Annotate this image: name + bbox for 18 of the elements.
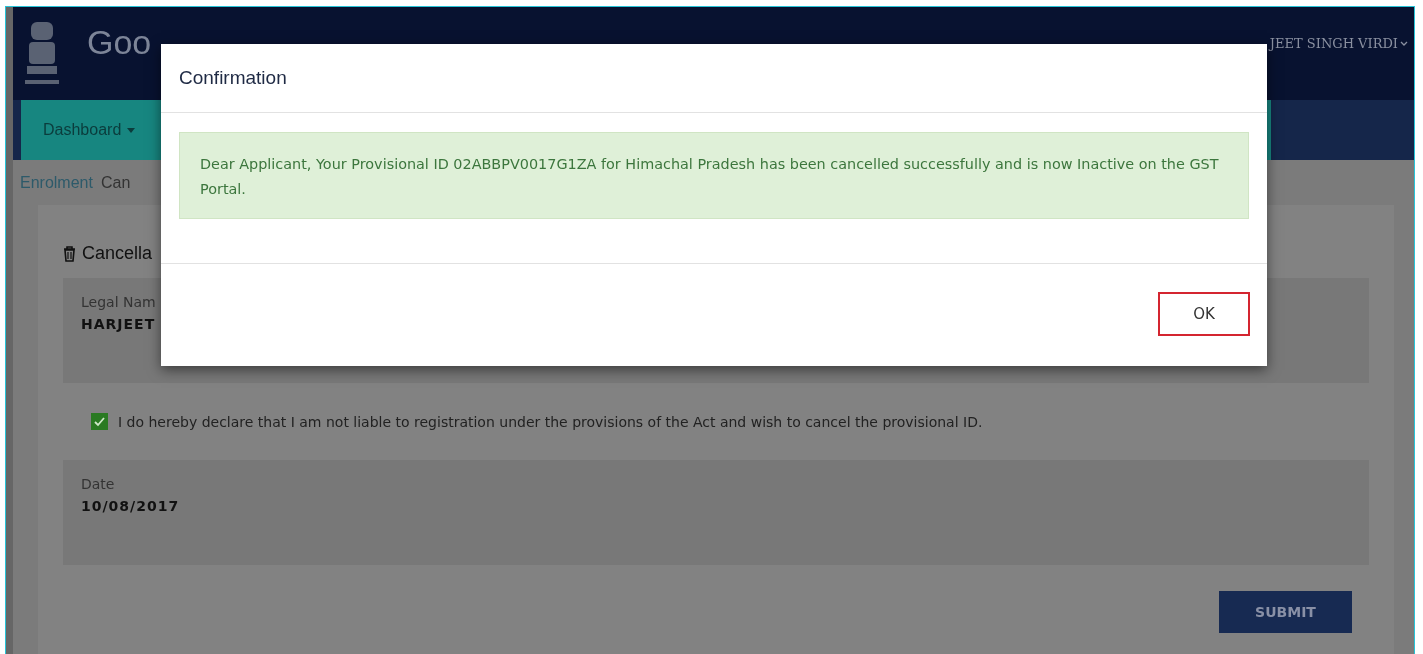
submit-button[interactable]: SUBMIT [1219, 591, 1352, 633]
field-label: Legal Nam [81, 294, 157, 310]
breadcrumb-current: Can [100, 173, 131, 192]
declaration-text: I do hereby declare that I am not liable to registration under the provisions of the Act and wish to cancel the provisional ID. [118, 413, 983, 430]
user-menu[interactable]: JEET SINGH VIRDI [1269, 36, 1408, 51]
field-value: 10/08/2017 [81, 498, 181, 514]
dialog-title: Confirmation [161, 44, 1267, 113]
success-message: Dear Applicant, Your Provisional ID 02ABBPV0017G1ZA for Himachal Pradesh has been cancelled successfully and is now Inactive on the GST Portal. [179, 132, 1249, 219]
caret-icon [1400, 40, 1408, 47]
dashboard-menu[interactable]: Dashboard [43, 121, 136, 139]
field-value: HARJEET [81, 316, 157, 332]
checkbox[interactable] [91, 413, 108, 430]
section-heading: Cancella [82, 243, 153, 264]
caret-icon [127, 127, 136, 133]
trash-icon [63, 245, 76, 262]
ok-button[interactable]: OK [1158, 292, 1250, 336]
site-title: Goo [87, 23, 152, 62]
field-label: Date [81, 476, 116, 492]
